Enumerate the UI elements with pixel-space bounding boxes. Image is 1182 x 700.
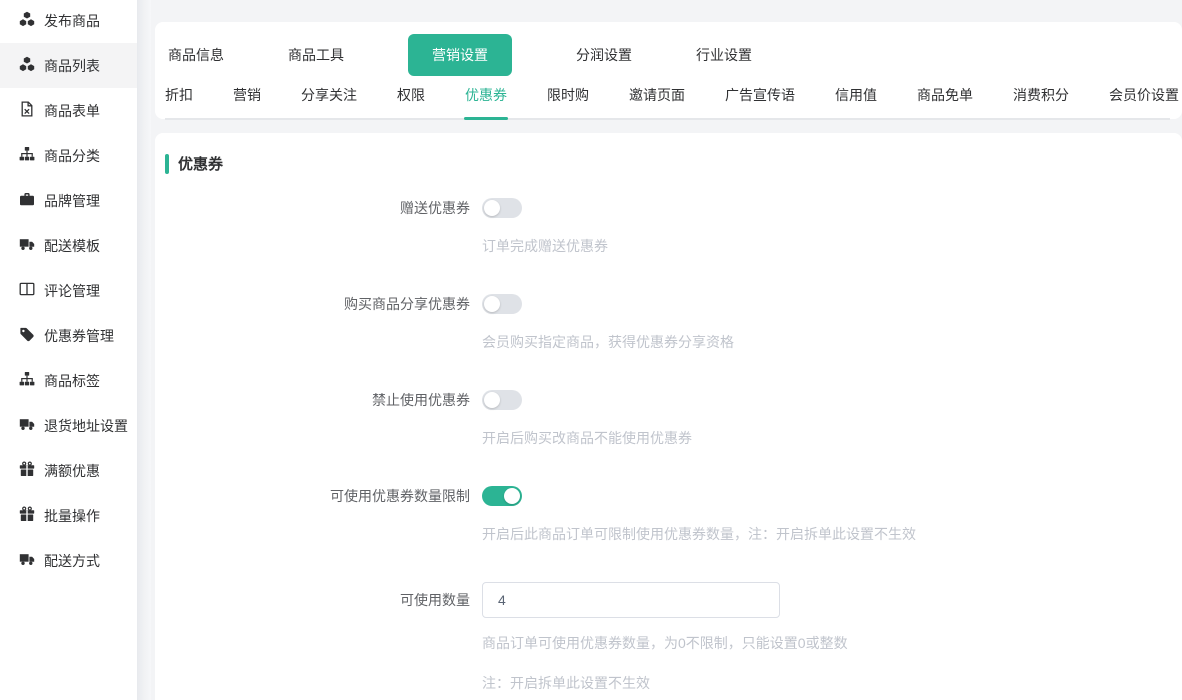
- accent-bar: [165, 154, 169, 174]
- tab-profit-sharing-settings[interactable]: 分润设置: [576, 45, 632, 65]
- subtab-ad-slogan[interactable]: 广告宣传语: [725, 78, 795, 118]
- sidebar-item-brand-management[interactable]: 品牌管理: [0, 178, 137, 223]
- secondary-tabs: 折扣 营销 分享关注 权限 优惠券 限时购 邀请页面 广告宣传语 信用值 商品免…: [165, 78, 1170, 120]
- coupon-limit-label: 可使用优惠券数量限制: [155, 486, 482, 506]
- sidebar-item-full-amount-discount[interactable]: 满额优惠: [0, 448, 137, 493]
- tabs-card: 商品信息 商品工具 营销设置 分润设置 行业设置 折扣 营销 分享关注 权限 优…: [155, 22, 1182, 119]
- truck-icon: [19, 416, 35, 435]
- usable-quantity-label: 可使用数量: [155, 582, 482, 618]
- form-row-usable-quantity: 可使用数量 商品订单可使用优惠券数量，为0不限制，只能设置0或整数 注：开启拆单…: [155, 582, 1182, 693]
- subtab-permissions[interactable]: 权限: [397, 78, 425, 118]
- sidebar-item-label: 发布商品: [44, 11, 100, 31]
- sidebar-item-label: 商品标签: [44, 371, 100, 391]
- cubes-icon: [19, 11, 35, 30]
- tab-marketing-settings[interactable]: 营销设置: [408, 34, 512, 76]
- subtab-member-price-settings[interactable]: 会员价设置: [1109, 78, 1179, 118]
- form-row-buy-share-coupon: 购买商品分享优惠券 会员购买指定商品，获得优惠券分享资格: [155, 294, 1182, 352]
- truck-icon: [19, 551, 35, 570]
- sidebar-item-review-management[interactable]: 评论管理: [0, 268, 137, 313]
- sidebar-item-return-address-settings[interactable]: 退货地址设置: [0, 403, 137, 448]
- panel-title: 优惠券: [178, 153, 223, 174]
- subtab-product-free-order[interactable]: 商品免单: [917, 78, 973, 118]
- form-row-forbid-coupon: 禁止使用优惠券 开启后购买改商品不能使用优惠券: [155, 390, 1182, 448]
- sidebar-item-label: 评论管理: [44, 281, 100, 301]
- sidebar-item-coupon-management[interactable]: 优惠券管理: [0, 313, 137, 358]
- coupon-form: 赠送优惠券 订单完成赠送优惠券 购买商品分享优惠券 会员购买指定商品，获得优惠券…: [155, 198, 1182, 693]
- gift-coupon-toggle[interactable]: [482, 198, 522, 218]
- subtab-consumption-points[interactable]: 消费积分: [1013, 78, 1069, 118]
- subtab-flash-sale[interactable]: 限时购: [547, 78, 589, 118]
- subtab-invite-page[interactable]: 邀请页面: [629, 78, 685, 118]
- sidebar-item-product-tags[interactable]: 商品标签: [0, 358, 137, 403]
- usable-quantity-help: 商品订单可使用优惠券数量，为0不限制，只能设置0或整数: [482, 633, 1182, 653]
- sitemap-icon: [19, 371, 35, 390]
- sidebar-item-label: 商品表单: [44, 101, 100, 121]
- subtab-credit-value[interactable]: 信用值: [835, 78, 877, 118]
- gift-icon: [19, 461, 35, 480]
- gift-coupon-label: 赠送优惠券: [155, 198, 482, 218]
- sidebar-item-batch-operations[interactable]: 批量操作: [0, 493, 137, 538]
- briefcase-icon: [19, 191, 35, 210]
- primary-tabs: 商品信息 商品工具 营销设置 分润设置 行业设置: [155, 22, 1182, 78]
- sidebar-item-delivery-template[interactable]: 配送模板: [0, 223, 137, 268]
- coupon-limit-toggle[interactable]: [482, 486, 522, 506]
- sidebar-item-label: 配送模板: [44, 236, 100, 256]
- forbid-coupon-help: 开启后购买改商品不能使用优惠券: [482, 428, 1182, 448]
- subtab-discount[interactable]: 折扣: [165, 78, 193, 118]
- usable-quantity-note: 注：开启拆单此设置不生效: [482, 673, 1182, 693]
- subtab-share-follow[interactable]: 分享关注: [301, 78, 357, 118]
- sidebar-item-delivery-method[interactable]: 配送方式: [0, 538, 137, 583]
- sidebar-item-label: 商品分类: [44, 146, 100, 166]
- sidebar-scrollbar[interactable]: [137, 0, 151, 700]
- file-icon: [19, 101, 35, 120]
- sidebar-item-label: 优惠券管理: [44, 326, 114, 346]
- coupon-limit-help: 开启后此商品订单可限制使用优惠券数量，注：开启拆单此设置不生效: [482, 524, 1182, 544]
- sidebar-item-label: 商品列表: [44, 56, 100, 76]
- tab-industry-settings[interactable]: 行业设置: [696, 45, 752, 65]
- forbid-coupon-label: 禁止使用优惠券: [155, 390, 482, 410]
- usable-quantity-input[interactable]: [482, 582, 780, 618]
- buy-share-coupon-help: 会员购买指定商品，获得优惠券分享资格: [482, 332, 1182, 352]
- form-row-gift-coupon: 赠送优惠券 订单完成赠送优惠券: [155, 198, 1182, 256]
- sidebar-item-label: 退货地址设置: [44, 416, 128, 436]
- cubes-icon: [19, 56, 35, 75]
- columns-icon: [19, 281, 35, 300]
- buy-share-coupon-label: 购买商品分享优惠券: [155, 294, 482, 314]
- sidebar-item-label: 品牌管理: [44, 191, 100, 211]
- forbid-coupon-toggle[interactable]: [482, 390, 522, 410]
- sidebar-item-product-category[interactable]: 商品分类: [0, 133, 137, 178]
- tag-icon: [19, 326, 35, 345]
- sidebar: 发布商品 商品列表 商品表单 商品分类 品牌管理 配送模板 评论管理 优惠券管: [0, 0, 137, 700]
- tab-product-info[interactable]: 商品信息: [168, 45, 224, 65]
- subtab-coupon[interactable]: 优惠券: [465, 78, 507, 118]
- sidebar-item-product-list[interactable]: 商品列表: [0, 43, 137, 88]
- coupon-settings-panel: 优惠券 赠送优惠券 订单完成赠送优惠券 购买商品分享优惠券 会员购买指定商品，获…: [155, 133, 1182, 700]
- sidebar-item-label: 批量操作: [44, 506, 100, 526]
- sidebar-item-product-form[interactable]: 商品表单: [0, 88, 137, 133]
- truck-icon: [19, 236, 35, 255]
- sidebar-item-publish-product[interactable]: 发布商品: [0, 0, 137, 43]
- sidebar-item-label: 配送方式: [44, 551, 100, 571]
- tab-product-tools[interactable]: 商品工具: [288, 45, 344, 65]
- buy-share-coupon-toggle[interactable]: [482, 294, 522, 314]
- gift-icon: [19, 506, 35, 525]
- gift-coupon-help: 订单完成赠送优惠券: [482, 236, 1182, 256]
- panel-header: 优惠券: [165, 153, 1182, 174]
- sitemap-icon: [19, 146, 35, 165]
- subtab-marketing[interactable]: 营销: [233, 78, 261, 118]
- sidebar-item-label: 满额优惠: [44, 461, 100, 481]
- form-row-coupon-limit: 可使用优惠券数量限制 开启后此商品订单可限制使用优惠券数量，注：开启拆单此设置不…: [155, 486, 1182, 544]
